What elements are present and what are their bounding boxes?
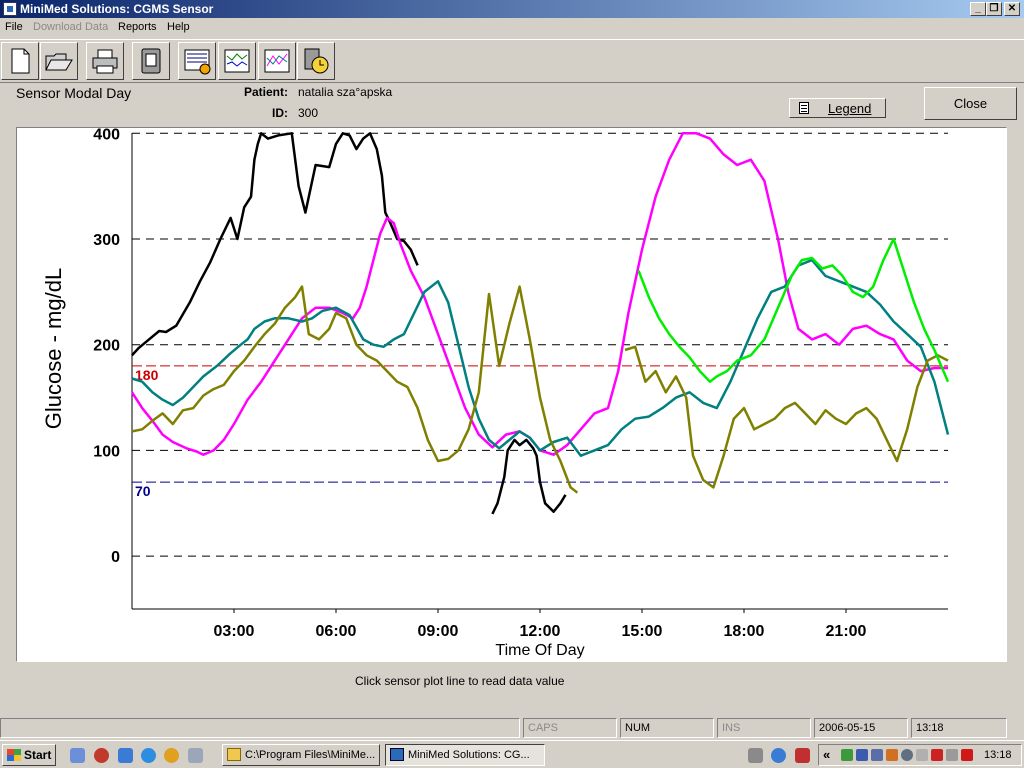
tray-icon-2[interactable] bbox=[856, 749, 868, 761]
status-num: NUM bbox=[620, 718, 714, 738]
tray-app-icon[interactable] bbox=[795, 748, 810, 763]
quicklaunch-outlook-icon[interactable] bbox=[70, 748, 85, 763]
id-label: ID: bbox=[272, 106, 288, 120]
open-button[interactable] bbox=[40, 42, 78, 80]
legend-button[interactable]: Legend bbox=[789, 98, 886, 118]
device-icon bbox=[141, 48, 161, 74]
close-window-button[interactable]: ✕ bbox=[1004, 2, 1020, 16]
taskbar-explorer-window[interactable]: C:\Program Files\MiniMe... bbox=[222, 744, 380, 766]
quicklaunch-player-icon[interactable] bbox=[164, 748, 179, 763]
tray-icon-5[interactable] bbox=[901, 749, 913, 761]
x-tick-label: 21:00 bbox=[826, 623, 867, 640]
multi-line-chart-icon bbox=[264, 49, 290, 73]
id-value: 300 bbox=[298, 106, 319, 120]
quicklaunch-desktop-icon[interactable] bbox=[188, 748, 203, 763]
download-clock-icon bbox=[304, 48, 329, 74]
sensor-line-1-0[interactable] bbox=[130, 132, 948, 456]
status-time: 13:18 bbox=[911, 718, 1007, 738]
open-folder-icon bbox=[45, 53, 73, 71]
status-bar: CAPS NUM INS 2006-05-15 13:18 bbox=[0, 717, 1024, 739]
status-caps: CAPS bbox=[523, 718, 617, 738]
x-tick-label: 06:00 bbox=[316, 623, 357, 640]
patient-label: Patient: bbox=[243, 85, 288, 99]
windows-flag-icon bbox=[7, 749, 21, 761]
sensor-line-3-1[interactable] bbox=[624, 345, 949, 489]
menu-help[interactable]: Help bbox=[167, 21, 190, 33]
report-title: Sensor Modal Day bbox=[16, 85, 132, 101]
status-ins: INS bbox=[717, 718, 811, 738]
menu-download-data[interactable]: Download Data bbox=[33, 21, 108, 33]
modal-day-button[interactable] bbox=[178, 42, 216, 80]
x-tick-label: 18:00 bbox=[724, 623, 765, 640]
quicklaunch-word-icon[interactable] bbox=[118, 748, 133, 763]
hint-text: Click sensor plot line to read data valu… bbox=[355, 674, 565, 688]
tray-icon-6[interactable] bbox=[916, 749, 928, 761]
x-tick-label: 12:00 bbox=[520, 623, 561, 640]
device-button[interactable] bbox=[132, 42, 170, 80]
y-tick-label: 300 bbox=[93, 232, 120, 249]
sensor-line-2-0[interactable] bbox=[131, 258, 950, 457]
y-tick-label: 200 bbox=[93, 338, 120, 355]
start-button[interactable]: Start bbox=[2, 744, 56, 766]
daily-overlay-icon bbox=[224, 49, 250, 73]
tray-icon-7[interactable] bbox=[931, 749, 943, 761]
minimed-app-icon bbox=[390, 748, 404, 761]
taskbar-clock: 13:18 bbox=[984, 749, 1012, 761]
daily-overlay-button[interactable] bbox=[218, 42, 256, 80]
modal-day-report-icon bbox=[184, 49, 211, 75]
x-axis-label: Time Of Day bbox=[495, 642, 584, 659]
tray-expand-chevron[interactable]: « bbox=[823, 747, 830, 762]
tray-icon-1[interactable] bbox=[841, 749, 853, 761]
start-label: Start bbox=[24, 748, 52, 762]
restore-button[interactable]: ❐ bbox=[986, 2, 1002, 16]
tray-network-icon[interactable] bbox=[771, 748, 786, 763]
title-bar: MiniMed Solutions: CGMS Sensor _ ❐ ✕ bbox=[0, 0, 1024, 18]
print-button[interactable] bbox=[86, 42, 124, 80]
menu-reports[interactable]: Reports bbox=[118, 21, 157, 33]
legend-icon bbox=[799, 102, 809, 114]
new-button[interactable] bbox=[1, 42, 39, 80]
app-icon[interactable] bbox=[3, 2, 17, 16]
x-tick-label: 15:00 bbox=[622, 623, 663, 640]
glucose-chart[interactable]: 400 300 200 100 0 03:00 06:00 09:00 12:00 15:00 18… bbox=[17, 128, 1006, 661]
printer-icon bbox=[92, 49, 118, 74]
tray-icon-4[interactable] bbox=[886, 749, 898, 761]
tray-icon-8[interactable] bbox=[946, 749, 958, 761]
folder-icon bbox=[227, 748, 241, 761]
patient-name: natalia sza°apska bbox=[298, 85, 393, 99]
download-clock-button[interactable] bbox=[297, 42, 335, 80]
y-tick-label: 400 bbox=[93, 128, 120, 143]
quicklaunch-media-icon[interactable] bbox=[94, 748, 109, 763]
toolbar bbox=[0, 39, 1024, 83]
y-axis-label: Glucose - mg/dL bbox=[41, 268, 66, 429]
window-title: MiniMed Solutions: CGMS Sensor bbox=[20, 2, 214, 16]
minimize-button[interactable]: _ bbox=[970, 2, 986, 16]
taskbar-explorer-label: C:\Program Files\MiniMe... bbox=[245, 749, 376, 761]
taskbar: Start C:\Program Files\MiniMe... MiniMed… bbox=[0, 740, 1024, 768]
multi-line-chart-button[interactable] bbox=[258, 42, 296, 80]
taskbar-minimed-window[interactable]: MiniMed Solutions: CG... bbox=[385, 744, 545, 766]
menu-bar: File Download Data Reports Help bbox=[0, 18, 1024, 38]
y-tick-label: 100 bbox=[93, 443, 120, 460]
status-message bbox=[0, 718, 520, 738]
legend-button-label: Legend bbox=[828, 101, 872, 116]
menu-file[interactable]: File bbox=[5, 21, 23, 33]
y-tick-label: 0 bbox=[111, 549, 120, 566]
close-button[interactable]: Close bbox=[924, 87, 1017, 120]
threshold-label-70: 70 bbox=[135, 483, 151, 499]
chart-panel: 400 300 200 100 0 03:00 06:00 09:00 12:00 15:00 18… bbox=[16, 127, 1007, 662]
x-tick-label: 03:00 bbox=[214, 623, 255, 640]
new-document-icon bbox=[11, 48, 30, 74]
tray-icon-3[interactable] bbox=[871, 749, 883, 761]
quicklaunch-ie-icon[interactable] bbox=[141, 748, 156, 763]
status-date: 2006-05-15 bbox=[814, 718, 908, 738]
tray-printer-icon[interactable] bbox=[748, 748, 763, 763]
x-tick-label: 09:00 bbox=[418, 623, 459, 640]
tray-icon-9[interactable] bbox=[961, 749, 973, 761]
taskbar-minimed-label: MiniMed Solutions: CG... bbox=[408, 749, 530, 761]
